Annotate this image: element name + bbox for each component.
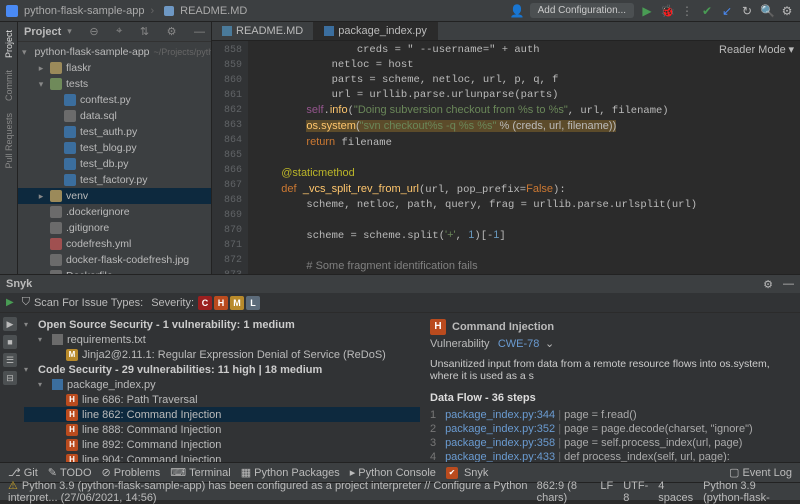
- project-tree-panel: Project ▾ ⊖ ⌖ ⇅ ⚙ — ▾python-flask-sample…: [18, 22, 212, 274]
- issue-item[interactable]: Hline 888: Command Injection: [24, 422, 420, 437]
- filter-icon[interactable]: ⛉: [22, 296, 30, 309]
- tool-settings-icon[interactable]: ⚙: [763, 278, 773, 291]
- scan-play-icon[interactable]: ▶: [6, 297, 14, 308]
- issue-title: Command Injection: [452, 321, 554, 333]
- collapse-icon[interactable]: ⊟: [3, 371, 17, 385]
- breadcrumb-project[interactable]: python-flask-sample-app: [24, 5, 144, 17]
- data-flow-title: Data Flow - 36 steps: [430, 392, 790, 404]
- editor-tab[interactable]: README.MD: [212, 22, 314, 40]
- snyk-tab-label[interactable]: Snyk: [6, 278, 32, 290]
- project-icon: [6, 5, 18, 17]
- search-icon[interactable]: 🔍: [760, 4, 774, 18]
- commit-check-icon[interactable]: ✔: [700, 4, 714, 18]
- tree-node[interactable]: test_auth.py: [18, 124, 211, 140]
- chevron-down-icon[interactable]: ▾: [788, 44, 794, 56]
- editor-tabs: README.MDpackage_index.py: [212, 22, 800, 41]
- issues-tree: ▶ ■ ☰ ⊟ ▾Open Source Security - 1 vulner…: [0, 313, 420, 462]
- scan-type-label[interactable]: Scan For Issue Types:: [34, 297, 143, 309]
- issue-description: Unsanitized input from data from a remot…: [430, 358, 790, 382]
- more-run-icon[interactable]: ⋮: [680, 4, 694, 18]
- tree-node[interactable]: .dockerignore: [18, 204, 211, 220]
- project-tree-header: Project ▾ ⊖ ⌖ ⇅ ⚙ —: [18, 22, 211, 42]
- terminal-tab[interactable]: ⌨ Terminal: [170, 466, 230, 479]
- tree-node[interactable]: codefresh.yml: [18, 236, 211, 252]
- tool-commit-tab[interactable]: Commit: [2, 68, 16, 103]
- debug-icon[interactable]: 🐞: [660, 4, 674, 18]
- severity-badge-icon: H: [430, 319, 446, 335]
- update-icon[interactable]: ↙: [720, 4, 734, 18]
- chevron-down-icon[interactable]: ⌄: [545, 338, 554, 350]
- editor-tab[interactable]: package_index.py: [314, 22, 438, 40]
- status-bar: Python 3.9 (python-flask-sample-app) has…: [0, 482, 800, 500]
- issue-item[interactable]: MJinja2@2.11.1: Regular Expression Denia…: [24, 347, 420, 362]
- issue-item[interactable]: Hline 892: Command Injection: [24, 437, 420, 452]
- code-editor[interactable]: creds = " --username=" + auth netloc = h…: [248, 41, 800, 274]
- tree-node[interactable]: ▸flaskr: [18, 60, 211, 76]
- issue-category[interactable]: ▾Open Source Security - 1 vulnerability:…: [24, 317, 420, 332]
- tree-node[interactable]: test_db.py: [18, 156, 211, 172]
- status-message[interactable]: Python 3.9 (python-flask-sample-app) has…: [8, 479, 537, 504]
- run-icon[interactable]: ▶: [640, 4, 654, 18]
- python-packages-tab[interactable]: ▦ Python Packages: [241, 466, 340, 479]
- flow-step[interactable]: 3 package_index.py:358 | page = self.pro…: [430, 436, 790, 450]
- cwe-link[interactable]: CWE-78: [498, 338, 540, 350]
- tool-project-tab[interactable]: Project: [2, 28, 16, 60]
- issue-item[interactable]: Hline 862: Command Injection: [24, 407, 420, 422]
- title-toolbar: python-flask-sample-app › README.MD 👤 Ad…: [0, 0, 800, 22]
- issue-detail-panel: H Command Injection Vulnerability CWE-78…: [420, 313, 800, 462]
- rerun-icon[interactable]: ▶: [3, 317, 17, 331]
- tool-hide-icon[interactable]: —: [783, 278, 794, 290]
- run-config-selector[interactable]: Add Configuration...: [530, 3, 634, 18]
- problems-tab[interactable]: ⊘ Problems: [102, 466, 161, 479]
- tree-node[interactable]: test_factory.py: [18, 172, 211, 188]
- tree-locate-icon[interactable]: ⌖: [116, 25, 122, 38]
- snyk-tool-window: Snyk ⚙ — ▶ ⛉ Scan For Issue Types: Sever…: [0, 274, 800, 462]
- left-tool-rail: Project Commit Pull Requests: [0, 22, 18, 274]
- user-icon[interactable]: 👤: [510, 4, 524, 18]
- severity-label: Severity:: [151, 297, 194, 309]
- tree-node[interactable]: ▸venv: [18, 188, 211, 204]
- rollback-icon[interactable]: ↻: [740, 4, 754, 18]
- issue-type-label: Vulnerability: [430, 338, 490, 350]
- tree-hide-icon[interactable]: —: [194, 26, 205, 38]
- tree-node[interactable]: data.sql: [18, 108, 211, 124]
- line-gutter[interactable]: 858 859 860 861 862 863 864 865 866 867 …: [212, 41, 248, 274]
- flow-step[interactable]: 4 package_index.py:433 | def process_ind…: [430, 450, 790, 462]
- tree-node[interactable]: conftest.py: [18, 92, 211, 108]
- issue-item[interactable]: Hline 904: Command Injection: [24, 452, 420, 462]
- settings-icon[interactable]: ⚙: [780, 4, 794, 18]
- snyk-toolbar: ▶ ⛉ Scan For Issue Types: Severity: C H …: [0, 293, 800, 313]
- tree-node[interactable]: docker-flask-codefresh.jpg: [18, 252, 211, 268]
- editor-area: README.MDpackage_index.py Reader Mode ▾ …: [212, 22, 800, 274]
- file-icon: [164, 6, 174, 16]
- snyk-tool-header: Snyk ⚙ —: [0, 275, 800, 293]
- issue-item[interactable]: ▾requirements.txt: [24, 332, 420, 347]
- reader-mode-toggle[interactable]: Reader Mode: [719, 44, 786, 56]
- tree-node[interactable]: test_blog.py: [18, 140, 211, 156]
- tree-node[interactable]: .gitignore: [18, 220, 211, 236]
- issue-item[interactable]: Hline 686: Path Traversal: [24, 392, 420, 407]
- python-console-tab[interactable]: ▸ Python Console: [350, 466, 436, 479]
- flow-step[interactable]: 1 package_index.py:344 | page = f.read(): [430, 408, 790, 422]
- tree-select-icon[interactable]: ⇅: [140, 25, 149, 38]
- issue-item[interactable]: ▾package_index.py: [24, 377, 420, 392]
- tree-node[interactable]: ▾tests: [18, 76, 211, 92]
- todo-tab[interactable]: ✎ TODO: [48, 466, 92, 479]
- issue-category[interactable]: ▾Code Security - 29 vulnerabilities: 11 …: [24, 362, 420, 377]
- severity-filter[interactable]: C H M L: [198, 296, 260, 310]
- stop-icon[interactable]: ■: [3, 335, 17, 349]
- flow-step[interactable]: 2 package_index.py:352 | page = page.dec…: [430, 422, 790, 436]
- data-flow-list: 1 package_index.py:344 | page = f.read()…: [430, 408, 790, 462]
- breadcrumb-file[interactable]: README.MD: [180, 5, 247, 17]
- tree-settings-icon[interactable]: ⚙: [167, 25, 177, 38]
- git-tab[interactable]: ⎇ Git: [8, 466, 38, 479]
- snyk-tab[interactable]: Snyk: [446, 467, 488, 479]
- expand-icon[interactable]: ☰: [3, 353, 17, 367]
- tool-pull-tab[interactable]: Pull Requests: [2, 111, 16, 171]
- tree-collapse-icon[interactable]: ⊖: [89, 25, 98, 38]
- event-log-tab[interactable]: ▢ Event Log: [729, 466, 792, 479]
- tree-node[interactable]: ▾python-flask-sample-app ~/Projects/pyth…: [18, 44, 211, 60]
- project-panel-title[interactable]: Project: [24, 26, 61, 38]
